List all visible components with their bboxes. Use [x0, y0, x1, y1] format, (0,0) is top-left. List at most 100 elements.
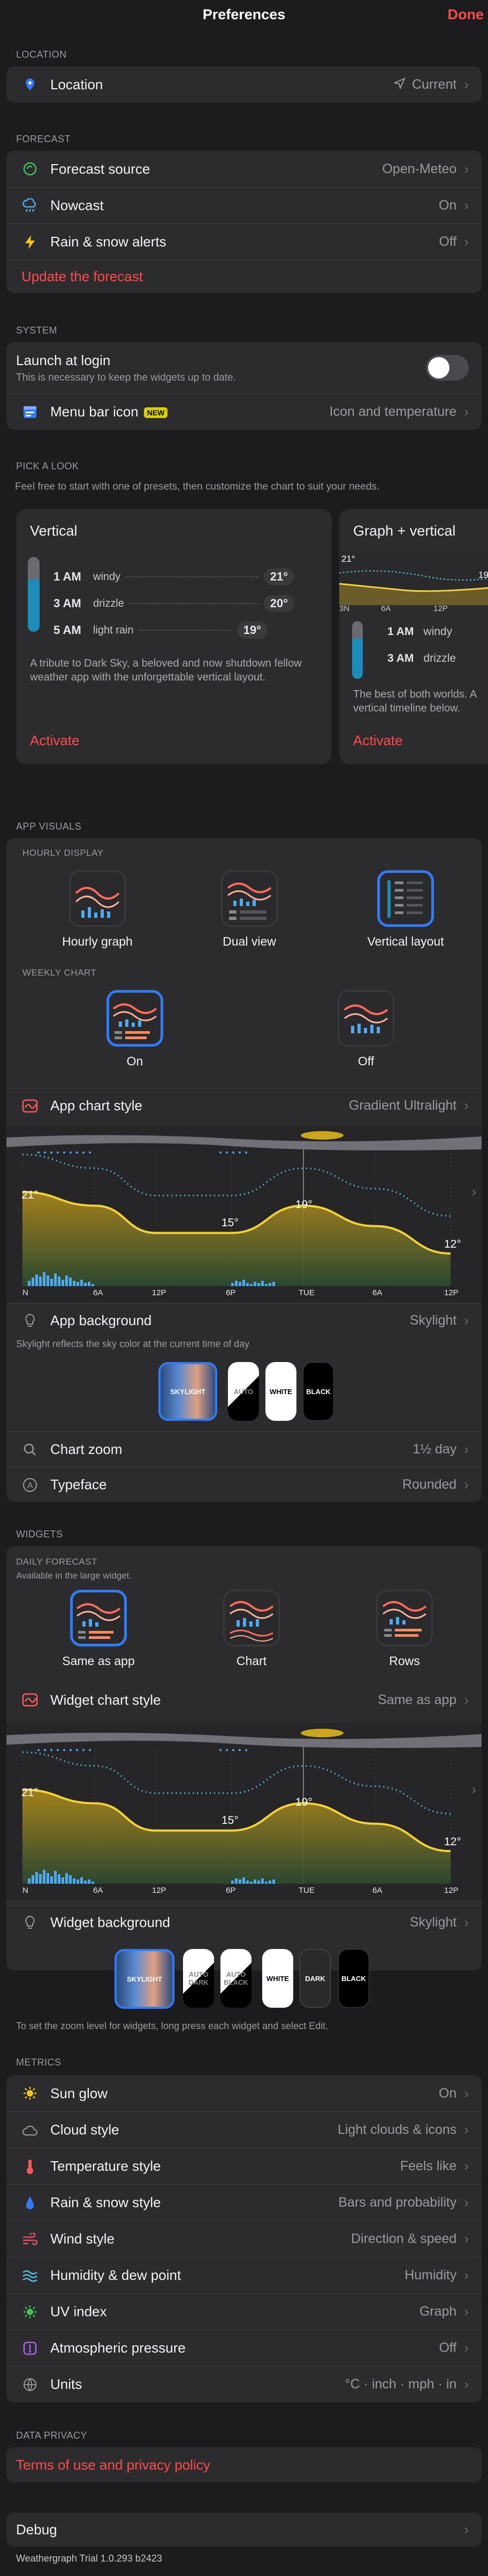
bg-option-black[interactable]: BLACK — [303, 1362, 334, 1421]
weekly-off-thumb — [338, 990, 394, 1047]
rows-thumb — [376, 1590, 433, 1646]
app-background-row[interactable]: App background Skylight › — [6, 1303, 482, 1337]
forecast-source-label: Forecast source — [50, 160, 150, 177]
nowcast-row[interactable]: Nowcast On › — [6, 187, 482, 223]
bg-option-white[interactable]: WHITE — [265, 1362, 296, 1421]
rain-snow-alerts-row[interactable]: Rain & snow alerts Off › — [6, 223, 482, 260]
precip-bar — [272, 1282, 275, 1286]
hourly-graph-thumb — [69, 870, 126, 927]
update-forecast-row[interactable]: Update the forecast — [6, 260, 482, 293]
precip-bar — [39, 1874, 42, 1884]
chart-x-axis: N 6A 12P 6P TUE 6A 12P — [6, 1288, 482, 1301]
widget-chart-style-row[interactable]: Widget chart style Same as app › — [6, 1683, 482, 1717]
widget-background-row[interactable]: Widget background Skylight › — [6, 1905, 482, 1939]
chart-zoom-row[interactable]: Chart zoom 1½ day › — [6, 1432, 482, 1467]
rain-dot — [50, 1151, 52, 1154]
chevron-right-icon: › — [464, 1441, 469, 1457]
option-weekly-on[interactable]: On — [92, 990, 178, 1069]
precip-bar — [231, 1881, 234, 1884]
x-tick: TUE — [299, 1886, 315, 1895]
bg-option-skylight[interactable]: SKYLIGHT — [158, 1362, 217, 1421]
precip-bar — [257, 1881, 260, 1884]
vertical-row: 3 AM drizzle 20° — [54, 590, 294, 617]
debug-row[interactable]: Debug › — [6, 2512, 482, 2547]
thermometer-icon — [21, 2158, 39, 2175]
metric-row-units[interactable]: Units °C · inch · mph · in › — [6, 2366, 482, 2402]
pick-a-look-intro: Feel free to start with one of presets, … — [15, 481, 380, 492]
app-background-label: App background — [50, 1312, 152, 1328]
option-label: Chart — [236, 1654, 267, 1668]
rain-dot — [76, 1151, 78, 1154]
option-same-as-app[interactable]: Same as app — [56, 1590, 141, 1668]
widget-bg-option-dark[interactable]: DARK — [300, 1949, 331, 2008]
metric-row-sun-glow[interactable]: Sun glow On › — [6, 2075, 482, 2111]
typeface-row[interactable]: A Typeface Rounded › — [6, 1467, 482, 1502]
mini-tick: 12P — [433, 604, 448, 613]
precip-bar — [246, 1881, 249, 1884]
terms-privacy-link[interactable]: Terms of use and privacy policy — [16, 2457, 469, 2473]
metric-row-rain-snow-style[interactable]: Rain & snow style Bars and probability › — [6, 2184, 482, 2221]
metric-row-wind-style[interactable]: Wind style Direction & speed › — [6, 2221, 482, 2257]
activate-vertical-button[interactable]: Activate — [30, 732, 80, 749]
refresh-icon — [21, 160, 39, 177]
precip-bar — [32, 1278, 34, 1286]
preset-vertical-title: Vertical — [30, 523, 78, 539]
rain-dot — [239, 1151, 241, 1154]
metric-row-cloud-style[interactable]: Cloud style Light clouds & icons › — [6, 2111, 482, 2148]
precip-bar — [28, 1281, 30, 1286]
precip-bar — [231, 1283, 234, 1286]
precip-bar — [246, 1283, 249, 1286]
row-time: 3 AM — [54, 597, 81, 610]
dual-view-thumb — [221, 870, 278, 927]
metric-row-temperature-style[interactable]: Temperature style Feels like › — [6, 2148, 482, 2184]
mini-chart — [339, 552, 488, 605]
cloud-rain-icon — [21, 197, 39, 214]
precip-bar — [261, 1281, 264, 1286]
precip-bar — [254, 1879, 256, 1884]
metric-row-uv-index[interactable]: UV index Graph › — [6, 2293, 482, 2330]
option-dual-view[interactable]: Dual view — [207, 870, 292, 949]
widgets-header: WIDGETS — [16, 1529, 63, 1540]
metric-row-pressure[interactable]: Atmospheric pressure Off › — [6, 2330, 482, 2366]
bg-option-auto[interactable]: AUTO — [228, 1362, 259, 1421]
metric-value: °C · inch · mph · in — [345, 2377, 457, 2392]
widget-bg-option-skylight[interactable]: SKYLIGHT — [115, 1949, 174, 2009]
option-label: Off — [357, 1054, 375, 1068]
widget-chart-preview: 21° 15° 19° 12° N 6A 12P 6P TUE 6A 12P › — [6, 1723, 482, 1900]
precip-bar — [73, 1281, 75, 1286]
widget-bg-option-black[interactable]: BLACK — [338, 1949, 369, 2008]
precip-bar — [80, 1280, 83, 1286]
option-weekly-off[interactable]: Off — [323, 990, 409, 1069]
precip-bar — [265, 1284, 268, 1286]
privacy-row[interactable]: Terms of use and privacy policy — [6, 2447, 482, 2482]
chart-x-axis: N 6A 12P 6P TUE 6A 12P — [6, 1886, 482, 1899]
widget-bg-option-auto-black[interactable]: AUTO BLACK — [220, 1949, 251, 2008]
launch-at-login-toggle[interactable] — [426, 355, 469, 381]
chevron-right-icon: › — [464, 2158, 469, 2174]
update-forecast-link[interactable]: Update the forecast — [21, 268, 469, 285]
app-chart-style-row[interactable]: App chart style Gradient Ultralight › — [6, 1088, 482, 1123]
option-hourly-graph[interactable]: Hourly graph — [55, 870, 140, 949]
lightbulb-icon — [21, 1312, 39, 1329]
option-rows[interactable]: Rows — [362, 1590, 447, 1668]
widget-bg-option-white[interactable]: WHITE — [262, 1949, 293, 2008]
option-vertical-layout[interactable]: Vertical layout — [352, 870, 459, 949]
menu-bar-icon-row[interactable]: Menu bar icon NEW Icon and temperature › — [6, 393, 482, 430]
location-row[interactable]: Location Current › — [6, 66, 482, 103]
activate-graph-button[interactable]: Activate — [353, 732, 403, 749]
forecast-header: FORECAST — [16, 134, 71, 144]
precip-bar — [80, 1877, 83, 1884]
forecast-source-row[interactable]: Forecast source Open-Meteo › — [6, 151, 482, 187]
option-chart[interactable]: Chart — [209, 1590, 294, 1668]
metric-row-humidity[interactable]: Humidity & dew point Humidity › — [6, 2257, 482, 2293]
widget-bg-option-auto-dark[interactable]: AUTO DARK — [183, 1949, 214, 2008]
precip-bar — [39, 1277, 42, 1286]
option-label: Vertical layout — [367, 934, 444, 948]
preset-vertical-description: A tribute to Dark Sky, a beloved and now… — [30, 657, 302, 683]
weekly-on-thumb — [106, 990, 163, 1047]
chevron-right-icon: › — [464, 1914, 469, 1930]
app-forecast-chart — [6, 1126, 482, 1302]
precip-bar — [242, 1280, 245, 1286]
done-button[interactable]: Done — [448, 6, 484, 23]
rain-dot — [219, 1749, 222, 1751]
